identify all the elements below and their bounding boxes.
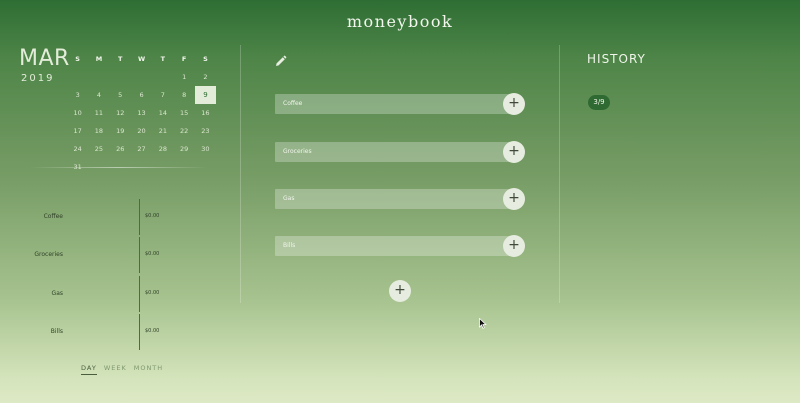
calendar-day-selected[interactable]: 9 [194, 86, 217, 104]
category-field[interactable]: Gas [275, 189, 511, 209]
calendar-year: 2019 [21, 73, 55, 84]
weekday-fri: F [181, 55, 187, 63]
summary-row-coffee: Coffee $0.00 [0, 199, 240, 235]
summary-label: Groceries [34, 251, 63, 258]
tab-day[interactable]: DAY [81, 364, 97, 375]
weekday-sun: S [75, 55, 80, 63]
calendar-day [88, 68, 109, 86]
calendar-day[interactable]: 19 [110, 122, 131, 140]
category-row-groceries: Groceries + [275, 141, 525, 163]
summary-bar [139, 199, 140, 235]
calendar-month: MAR [19, 46, 70, 71]
calendar-day[interactable]: 1 [173, 68, 194, 86]
weekday-wed: W [137, 55, 146, 63]
period-tabs: DAY WEEK MONTH [81, 364, 163, 375]
calendar-day[interactable]: 28 [152, 140, 173, 158]
calendar-day[interactable]: 2 [195, 68, 216, 86]
calendar-week: 24 25 26 27 28 29 30 [67, 140, 216, 158]
tab-week[interactable]: WEEK [104, 364, 127, 375]
category-field[interactable]: Groceries [275, 142, 511, 162]
weekday-tue: T [118, 55, 123, 63]
calendar-day[interactable]: 4 [88, 86, 109, 104]
summary-label: Coffee [43, 213, 63, 220]
summary-bar [139, 237, 140, 273]
summary-row-groceries: Groceries $0.00 [0, 237, 240, 273]
calendar-day[interactable]: 22 [173, 122, 194, 140]
summary-amount: $0.00 [145, 328, 160, 334]
mouse-cursor-icon [479, 314, 487, 329]
weekday-header-row: S M T W T F S [67, 50, 216, 68]
summary-row-bills: Bills $0.00 [0, 314, 240, 350]
calendar-day [152, 68, 173, 86]
category-row-bills: Bills + [275, 235, 525, 257]
calendar-day[interactable]: 16 [195, 104, 216, 122]
category-label: Groceries [283, 148, 312, 155]
calendar-day [110, 68, 131, 86]
weekday-thu: T [160, 55, 166, 63]
calendar-day[interactable]: 10 [67, 104, 88, 122]
calendar-week: 3 4 5 6 7 8 9 [67, 86, 217, 104]
calendar-day[interactable]: 15 [173, 104, 194, 122]
calendar-day[interactable]: 23 [195, 122, 216, 140]
category-label: Gas [283, 195, 295, 202]
category-row-gas: Gas + [275, 188, 525, 210]
add-expense-button[interactable]: + [503, 235, 525, 257]
calendar-day[interactable]: 11 [88, 104, 109, 122]
category-field[interactable]: Bills [275, 236, 511, 256]
calendar-day [131, 68, 152, 86]
summary-amount: $0.00 [145, 251, 160, 257]
summary-amount: $0.00 [145, 213, 160, 219]
calendar-day[interactable]: 26 [110, 140, 131, 158]
calendar-week: 1 2 [67, 68, 216, 86]
left-divider [240, 45, 241, 303]
calendar-day[interactable]: 8 [173, 86, 194, 104]
calendar-day[interactable]: 12 [110, 104, 131, 122]
calendar-day[interactable]: 24 [67, 140, 88, 158]
category-field[interactable]: Coffee [275, 94, 511, 114]
calendar-day[interactable]: 13 [131, 104, 152, 122]
calendar-day[interactable]: 25 [88, 140, 109, 158]
summary-amount: $0.00 [145, 290, 160, 296]
history-title: HISTORY [587, 52, 646, 66]
calendar-grid: S M T W T F S 1 2 3 4 5 6 7 8 9 10 11 12… [67, 50, 217, 176]
category-label: Coffee [283, 100, 303, 107]
app-title: moneybook [346, 12, 454, 31]
calendar-day[interactable]: 3 [67, 86, 88, 104]
category-label: Bills [283, 242, 296, 249]
add-category-button[interactable]: + [389, 280, 411, 302]
weekday-mon: M [95, 55, 103, 63]
category-row-coffee: Coffee + [275, 93, 525, 115]
calendar-day[interactable]: 29 [173, 140, 194, 158]
weekday-sat: S [203, 55, 208, 63]
calendar-week: 10 11 12 13 14 15 16 [67, 104, 216, 122]
calendar-day[interactable]: 17 [67, 122, 88, 140]
right-divider [559, 45, 560, 303]
summary-row-gas: Gas $0.00 [0, 276, 240, 312]
add-expense-button[interactable]: + [503, 188, 525, 210]
pencil-icon[interactable] [274, 53, 287, 66]
calendar-day[interactable]: 30 [195, 140, 216, 158]
calendar-day[interactable]: 7 [152, 86, 173, 104]
summary-label: Bills [50, 328, 63, 335]
summary-bar [139, 276, 140, 312]
summary-label: Gas [51, 290, 63, 297]
history-entry[interactable]: 3/9 [588, 95, 610, 110]
calendar-divider [30, 167, 208, 168]
calendar-day[interactable]: 6 [131, 86, 152, 104]
summary-bar [139, 314, 140, 350]
calendar-day[interactable]: 20 [131, 122, 152, 140]
calendar-day[interactable]: 14 [152, 104, 173, 122]
calendar-day[interactable]: 27 [131, 140, 152, 158]
calendar-day[interactable]: 5 [110, 86, 131, 104]
add-expense-button[interactable]: + [503, 93, 525, 115]
tab-month[interactable]: MONTH [134, 364, 163, 375]
add-expense-button[interactable]: + [503, 141, 525, 163]
calendar-day[interactable]: 18 [88, 122, 109, 140]
calendar-day [67, 68, 88, 86]
calendar-day[interactable]: 21 [152, 122, 173, 140]
calendar-week: 17 18 19 20 21 22 23 [67, 122, 216, 140]
